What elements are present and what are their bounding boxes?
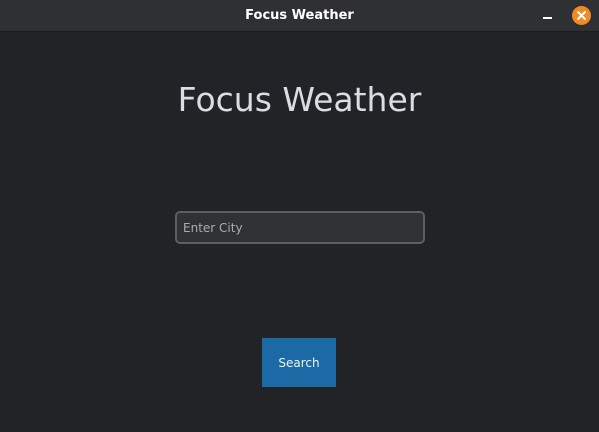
close-icon <box>577 11 586 20</box>
minimize-button[interactable] <box>538 6 558 26</box>
city-input[interactable] <box>175 211 425 244</box>
title-bar: Focus Weather <box>0 0 599 32</box>
close-button[interactable] <box>572 6 591 25</box>
app-heading: Focus Weather <box>177 80 422 119</box>
minimize-icon <box>543 17 552 19</box>
search-button[interactable]: Search <box>262 338 336 387</box>
window-title: Focus Weather <box>245 8 354 23</box>
app-window: Focus Weather Focus Weather Search <box>0 0 599 432</box>
